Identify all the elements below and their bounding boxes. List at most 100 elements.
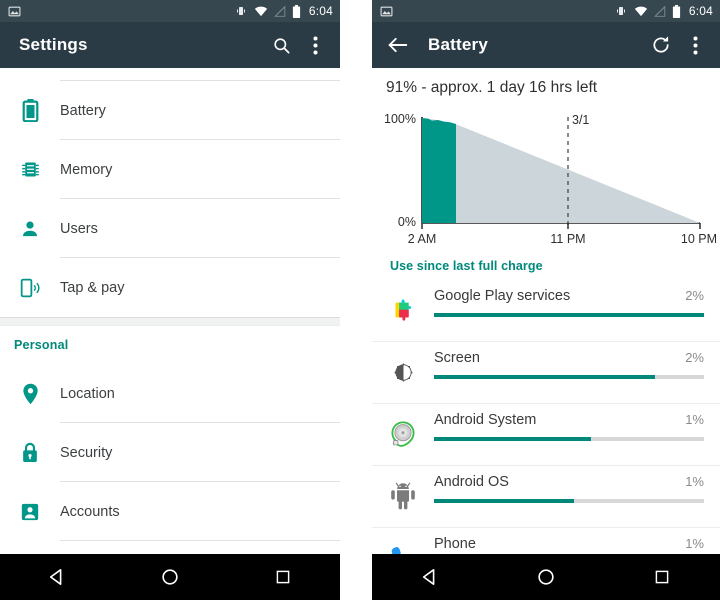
sidebar-item-memory[interactable]: Memory	[0, 140, 340, 199]
sidebar-item-label: Users	[60, 220, 98, 237]
app-percent: 1%	[685, 474, 704, 489]
wifi-icon	[254, 6, 268, 17]
google-play-services-icon	[372, 288, 434, 332]
section-separator	[0, 317, 340, 326]
recents-nav-button[interactable]	[253, 554, 313, 600]
triangle-back-icon	[48, 568, 66, 586]
battery-history-chart: 100% 0% 3/1 2 AM 11 PM 10 PM	[372, 101, 720, 251]
home-nav-button[interactable]	[140, 554, 200, 600]
back-button[interactable]	[380, 25, 414, 65]
lock-icon	[0, 441, 60, 464]
chart-xtick-2: 10 PM	[681, 232, 717, 246]
list-item[interactable]: Screen 2%	[372, 342, 720, 404]
battery-overflow-button[interactable]	[678, 25, 712, 65]
battery-action-bar: Battery	[372, 22, 720, 68]
signal-off-icon	[653, 5, 666, 17]
app-name: Android System	[434, 412, 537, 428]
back-nav-button[interactable]	[400, 554, 460, 600]
battery-chart-svg: 100% 0% 3/1 2 AM 11 PM 10 PM	[384, 112, 717, 246]
settings-action-bar: Settings	[0, 22, 340, 68]
sidebar-item-label: Battery	[60, 102, 106, 119]
navigation-bar-right	[372, 554, 720, 600]
app-name: Screen	[434, 350, 480, 366]
sidebar-item-security[interactable]: Security	[0, 423, 340, 482]
location-pin-icon	[0, 383, 60, 405]
android-os-icon	[372, 474, 434, 518]
memory-chip-icon	[0, 159, 60, 180]
settings-overflow-button[interactable]	[298, 25, 332, 65]
search-icon	[272, 36, 291, 55]
sidebar-item-battery[interactable]: Battery	[0, 81, 340, 140]
sidebar-item-accounts[interactable]: Accounts	[0, 482, 340, 541]
usage-bar	[434, 499, 704, 503]
chart-projection-area	[422, 118, 700, 223]
triangle-back-icon	[421, 568, 439, 586]
navigation-bar-left	[0, 554, 340, 600]
sidebar-item-users[interactable]: Users	[0, 199, 340, 258]
back-arrow-icon	[387, 36, 408, 54]
usage-bar	[434, 313, 704, 317]
chart-xtick-1: 11 PM	[550, 232, 585, 246]
chart-history-area	[422, 118, 456, 223]
wifi-icon	[634, 6, 648, 17]
screenshot-icon	[8, 5, 21, 18]
tap-and-pay-icon	[0, 277, 60, 299]
list-item[interactable]: Android OS 1%	[372, 466, 720, 528]
sidebar-item-label: Memory	[60, 161, 113, 178]
square-recents-icon	[275, 569, 291, 585]
screen-brightness-icon	[372, 350, 434, 394]
vibrate-icon	[234, 5, 248, 17]
page-title: Settings	[19, 35, 88, 54]
chart-xtick-0: 2 AM	[408, 232, 437, 246]
frame-gutter	[340, 0, 372, 600]
sidebar-item-label: Accounts	[60, 503, 120, 520]
refresh-button[interactable]	[644, 25, 678, 65]
app-name: Google Play services	[434, 288, 571, 304]
overflow-menu-icon	[313, 36, 318, 55]
app-percent: 1%	[685, 536, 704, 551]
battery-summary-text: 91% - approx. 1 day 16 hrs left	[386, 79, 598, 96]
battery-icon	[672, 4, 681, 18]
settings-scroll-area[interactable]: Battery Memory Users Tap & pay Personal …	[0, 68, 340, 576]
home-nav-button[interactable]	[516, 554, 576, 600]
signal-off-icon	[273, 5, 286, 17]
sidebar-item-label: Tap & pay	[60, 279, 125, 296]
sidebar-item-tap-and-pay[interactable]: Tap & pay	[0, 258, 340, 317]
chart-x-ticks	[421, 223, 701, 229]
overflow-menu-icon	[693, 36, 698, 55]
screenshot-icon	[380, 5, 393, 18]
sidebar-item-location[interactable]: Location	[0, 364, 340, 423]
status-bar-clock: 6:04	[308, 4, 333, 18]
usage-bar	[434, 437, 704, 441]
app-percent: 1%	[685, 412, 704, 427]
status-bar-clock: 6:04	[688, 4, 713, 18]
person-icon	[0, 219, 60, 239]
list-item-body: Google Play services 2%	[434, 288, 720, 317]
android-system-icon	[372, 412, 434, 456]
status-bar-left: 6:04	[0, 0, 340, 22]
chart-ytick-bottom: 0%	[398, 215, 416, 229]
battery-icon	[0, 99, 60, 122]
app-name: Android OS	[434, 474, 509, 490]
back-nav-button[interactable]	[27, 554, 87, 600]
section-header-personal: Personal	[14, 338, 69, 352]
list-item[interactable]: Google Play services 2%	[372, 280, 720, 342]
chart-ytick-top: 100%	[384, 112, 416, 126]
page-title: Battery	[428, 35, 488, 54]
battery-scroll-area[interactable]: 91% - approx. 1 day 16 hrs left 100% 0%	[372, 68, 720, 576]
app-percent: 2%	[685, 288, 704, 303]
recents-nav-button[interactable]	[632, 554, 692, 600]
sidebar-item-label: Security	[60, 444, 113, 461]
search-button[interactable]	[264, 25, 298, 65]
app-percent: 2%	[685, 350, 704, 365]
screenshot-stage: 6:04 Settings Battery Memory Users Tap &…	[0, 0, 720, 600]
circle-home-icon	[161, 568, 179, 586]
refresh-icon	[651, 35, 671, 55]
chart-day-label: 3/1	[572, 113, 589, 127]
settings-phone-screen: 6:04 Settings Battery Memory Users Tap &…	[0, 0, 340, 600]
list-item[interactable]: Android System 1%	[372, 404, 720, 466]
status-bar-right: 6:04	[372, 0, 720, 22]
circle-home-icon	[537, 568, 555, 586]
account-box-icon	[0, 502, 60, 522]
usage-bar	[434, 375, 704, 379]
